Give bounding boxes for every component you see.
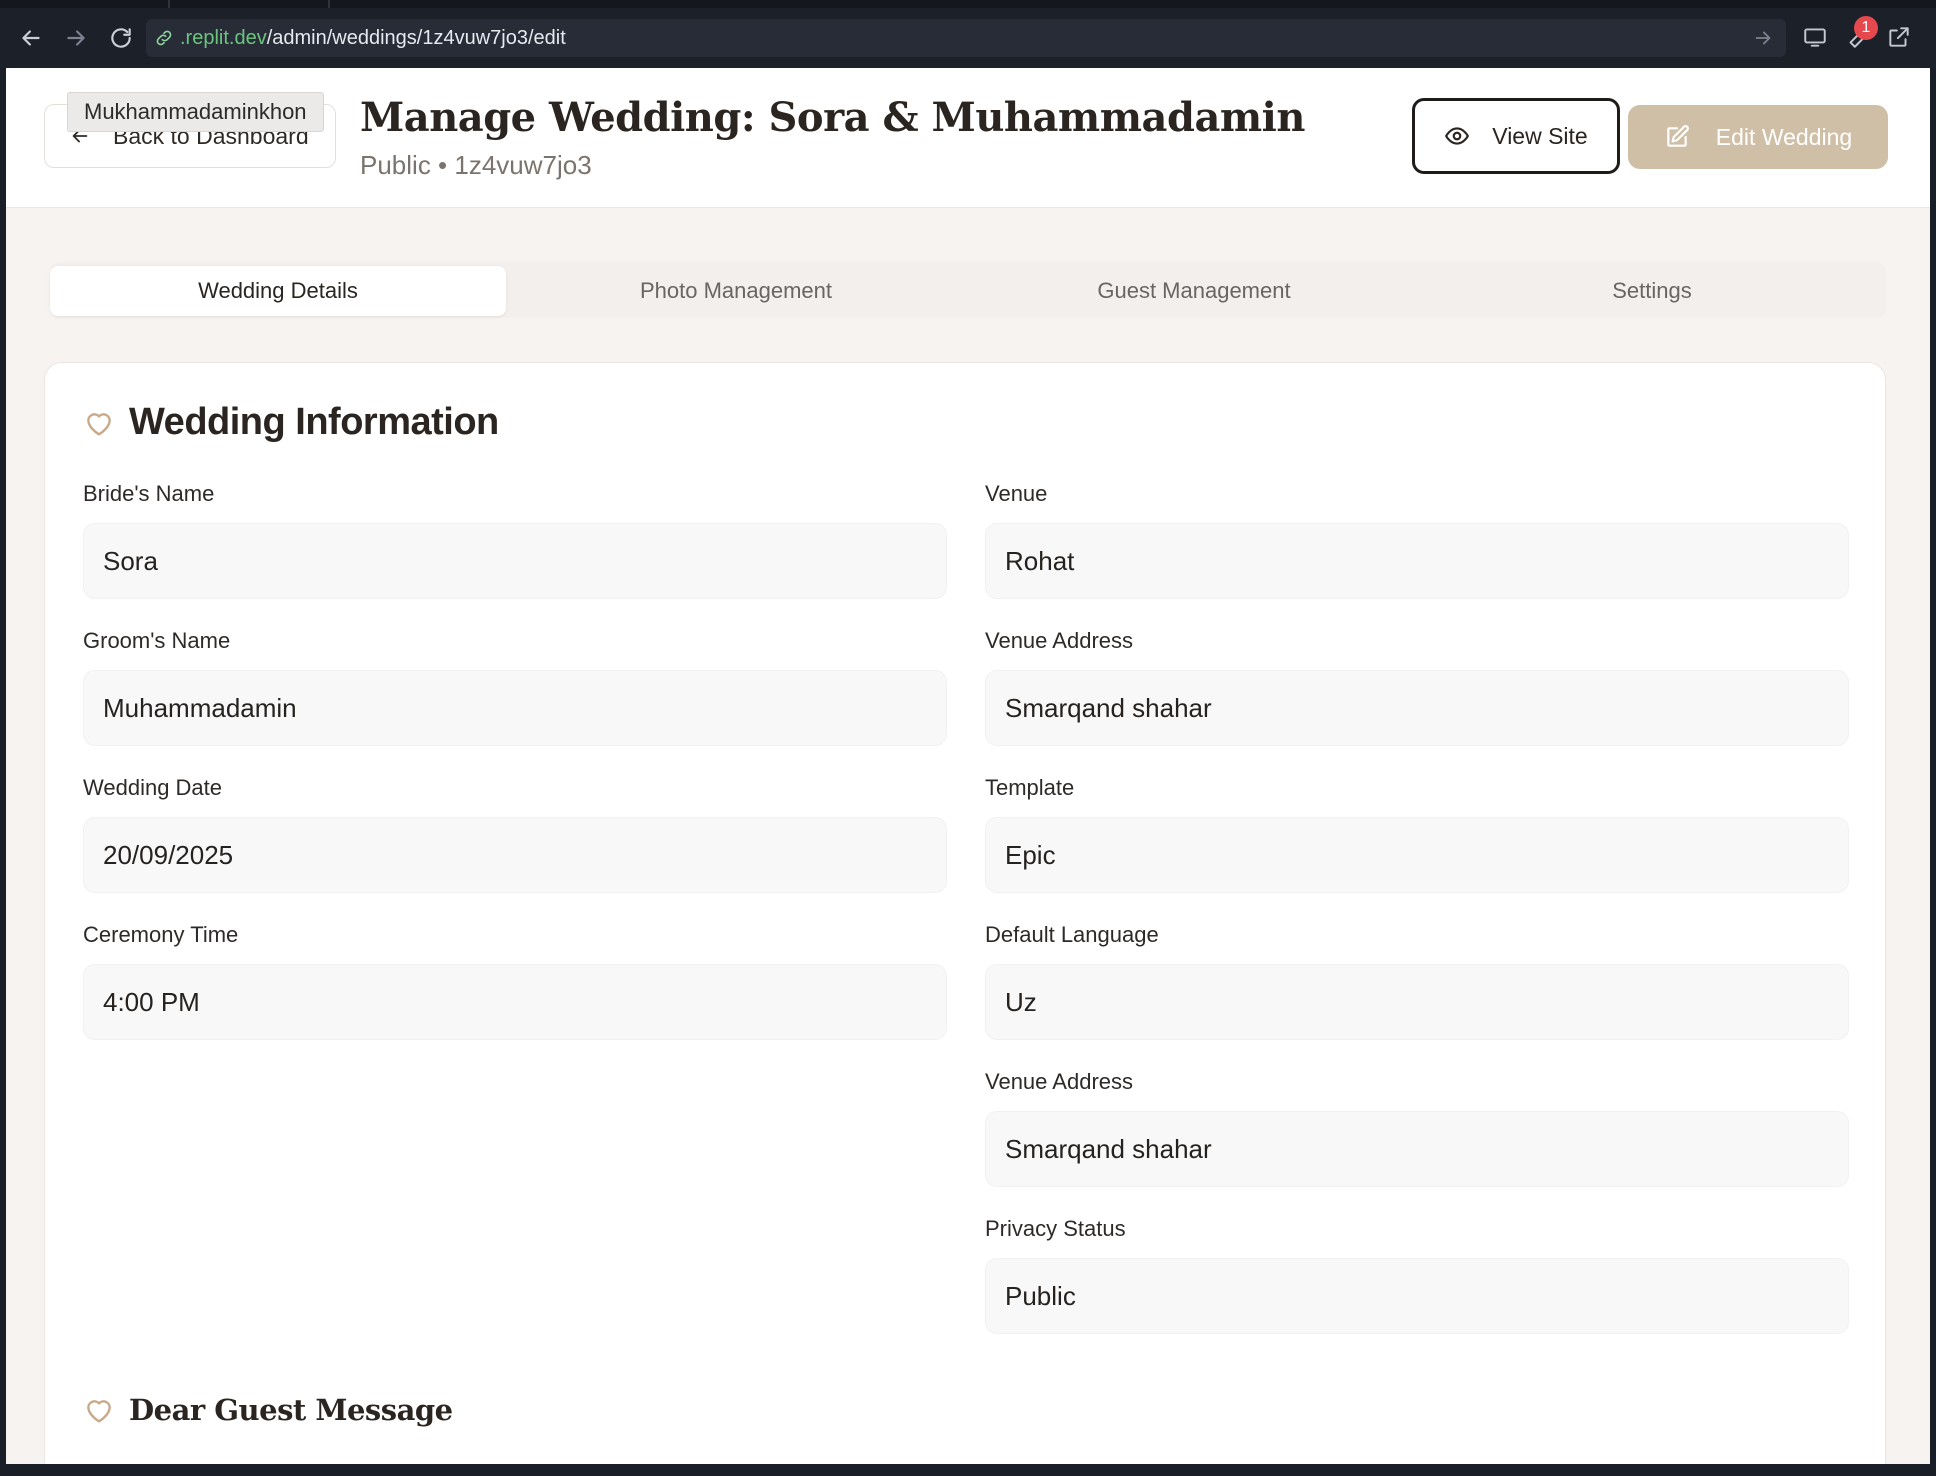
- brides-name-label: Bride's Name: [83, 481, 215, 506]
- tab-photo-management[interactable]: Photo Management: [508, 266, 964, 316]
- address-bar[interactable]: .replit.dev/admin/weddings/1z4vuw7jo3/ed…: [146, 19, 1786, 57]
- forward-arrow-icon[interactable]: [56, 18, 96, 58]
- tab-bar: Wedding Details Photo Management Guest M…: [50, 262, 1886, 318]
- edit-icon: [1667, 125, 1689, 147]
- devices-icon[interactable]: [1800, 22, 1830, 52]
- go-arrow-icon[interactable]: [1752, 27, 1774, 49]
- venue-address-field[interactable]: Smarqand shahar: [985, 670, 1849, 746]
- tab-guest-management[interactable]: Guest Management: [966, 266, 1422, 316]
- default-language-field[interactable]: Uz: [985, 964, 1849, 1040]
- wedding-date-label: Wedding Date: [83, 775, 223, 800]
- venue-field[interactable]: Rohat: [985, 523, 1849, 599]
- tab-separator: [168, 0, 170, 8]
- link-icon: [154, 27, 176, 49]
- url-path: /admin/weddings/1z4vuw7jo3/edit: [266, 26, 566, 49]
- open-external-icon[interactable]: [1884, 22, 1914, 52]
- tab-wedding-details[interactable]: Wedding Details: [50, 266, 506, 316]
- ceremony-time-label: Ceremony Time: [83, 922, 239, 947]
- template-label: Template: [985, 775, 1075, 800]
- edit-wedding-button[interactable]: Edit Wedding: [1628, 105, 1888, 169]
- tab-separator: [328, 0, 330, 8]
- privacy-status-label: Privacy Status: [985, 1216, 1126, 1241]
- page-viewport: Back to Dashboard Mukhammadaminkhon Mana…: [6, 68, 1930, 1464]
- default-language-label: Default Language: [985, 922, 1159, 947]
- section-title: Dear Guest Message: [129, 1393, 453, 1427]
- notification-badge: 1: [1854, 16, 1878, 40]
- venue-address-label: Venue Address: [985, 1069, 1134, 1094]
- grooms-name-label: Groom's Name: [83, 628, 231, 653]
- wedding-information-heading: Wedding Information: [83, 401, 499, 444]
- user-tooltip: Mukhammadaminkhon: [67, 92, 324, 132]
- privacy-status-field[interactable]: Public: [985, 1258, 1849, 1334]
- section-title: Wedding Information: [129, 401, 499, 443]
- heart-icon: [87, 1400, 111, 1423]
- tab-settings[interactable]: Settings: [1424, 266, 1880, 316]
- wedding-date-field[interactable]: 20/09/2025: [83, 817, 947, 893]
- ceremony-time-field[interactable]: 4:00 PM: [83, 964, 947, 1040]
- page-subtitle: Public • 1z4vuw7jo3: [360, 150, 592, 180]
- grooms-name-field[interactable]: Muhammadamin: [83, 670, 947, 746]
- venue-address-label: Venue Address: [985, 628, 1134, 653]
- venue-label: Venue: [985, 481, 1048, 506]
- page-title: Manage Wedding: Sora & Muhammadamin: [360, 94, 1305, 141]
- back-arrow-icon[interactable]: [11, 18, 51, 58]
- dear-guest-heading: Dear Guest Message: [83, 1393, 453, 1427]
- browser-chrome: .replit.dev/admin/weddings/1z4vuw7jo3/ed…: [0, 0, 1936, 68]
- heart-icon: [87, 412, 111, 436]
- tab-strip: [0, 0, 1936, 8]
- reload-icon[interactable]: [101, 18, 141, 58]
- view-site-button[interactable]: View Site: [1412, 98, 1620, 174]
- eye-icon: [1445, 127, 1470, 145]
- venue-address-field[interactable]: Smarqand shahar: [985, 1111, 1849, 1187]
- edit-wedding-label: Edit Wedding: [1715, 123, 1853, 150]
- url-host: .replit.dev: [180, 26, 267, 49]
- page-header: Back to Dashboard Mukhammadaminkhon Mana…: [6, 68, 1930, 208]
- brides-name-field[interactable]: Sora: [83, 523, 947, 599]
- template-field[interactable]: Epic: [985, 817, 1849, 893]
- wedding-details-card: Wedding Information Bride's Name Sora Gr…: [44, 362, 1886, 1464]
- view-site-label: View Site: [1492, 122, 1588, 149]
